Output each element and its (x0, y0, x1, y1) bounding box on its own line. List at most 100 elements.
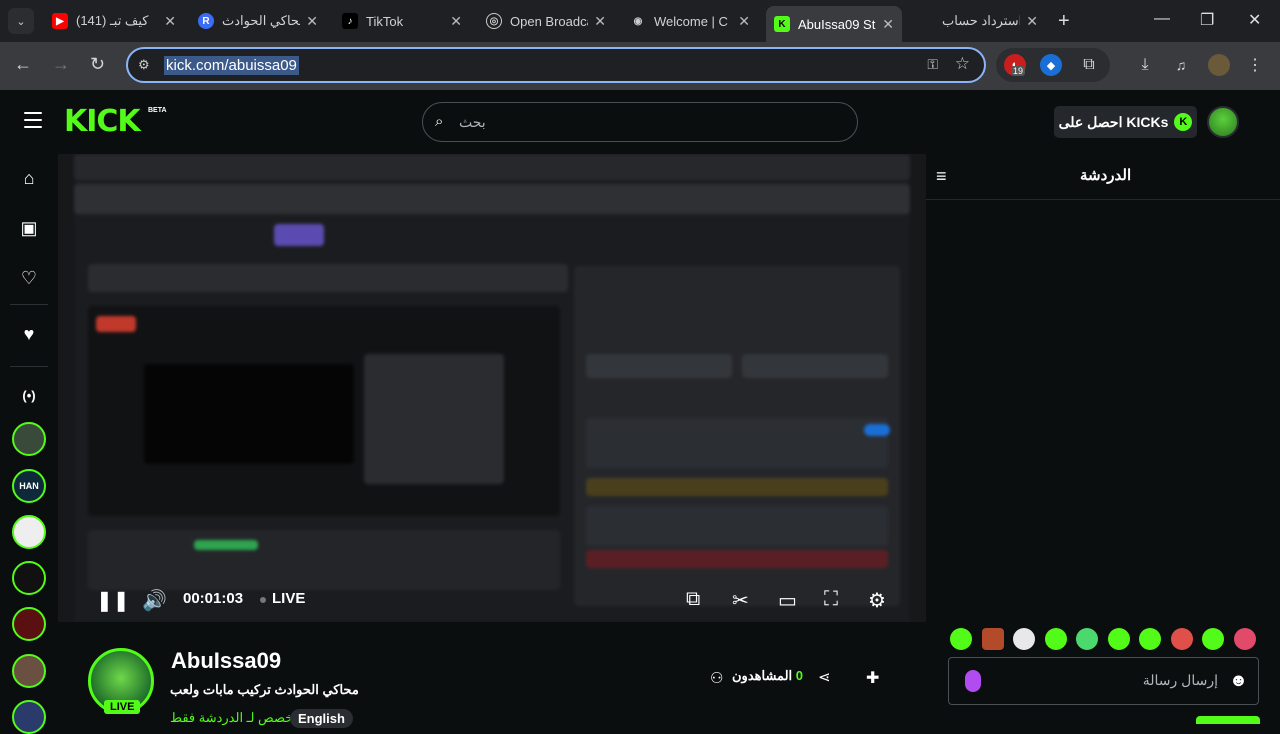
close-tab-icon[interactable]: ✕ (882, 16, 894, 33)
live-broadcast-icon[interactable]: (•) (18, 388, 40, 410)
globe-favicon-icon: ◉ (633, 15, 643, 27)
live-indicator[interactable]: LIVE (272, 590, 305, 607)
volume-icon[interactable]: 🔊 (142, 588, 167, 613)
stream-title: محاكي الحوادث تركيب مابات ولعب (170, 682, 359, 697)
browser-tab[interactable]: ▶ (141) كيف تبـ ✕ (44, 6, 184, 36)
divider (10, 366, 48, 367)
browser-tab[interactable]: استرداد حساب ✕ (910, 6, 1046, 36)
url-text[interactable]: kick.com/abuissa09 (164, 56, 299, 75)
close-tab-icon[interactable]: ✕ (738, 13, 750, 30)
media-control-icon[interactable]: ♫ (1170, 54, 1192, 76)
forward-icon[interactable]: → (52, 54, 70, 75)
settings-gear-icon[interactable]: ⚙ (868, 588, 886, 613)
browser-tab[interactable]: ♪ TikTok ✕ (334, 6, 470, 36)
tab-title: AbuIssa09 St (798, 16, 876, 32)
channel-avatar[interactable] (12, 654, 46, 688)
password-key-icon[interactable]: ⚿ (927, 56, 938, 73)
picture-in-picture-icon[interactable]: ⧉ (686, 588, 700, 611)
send-button[interactable] (1196, 716, 1260, 724)
emote[interactable] (950, 628, 972, 650)
restore-icon[interactable]: ❐ (1200, 10, 1214, 30)
collapse-chat-icon[interactable]: ≡ (936, 166, 947, 187)
channel-avatar[interactable] (12, 515, 46, 549)
emote[interactable] (1170, 628, 1193, 650)
hamburger-menu-icon[interactable] (24, 112, 42, 133)
emote[interactable] (1076, 628, 1098, 650)
get-kicks-label: احصل على KICKs (1058, 113, 1169, 130)
home-icon[interactable]: ⌂ (18, 168, 40, 190)
channel-avatar[interactable]: HAN (12, 469, 46, 503)
close-window-icon[interactable]: ✕ (1248, 10, 1261, 30)
close-tab-icon[interactable]: ✕ (164, 13, 176, 30)
emote[interactable] (1139, 628, 1161, 650)
user-avatar[interactable] (1207, 106, 1239, 138)
channel-info: LIVE AbuIssa09 محاكي الحوادث تركيب مابات… (58, 622, 926, 728)
chat-header: ≡ الدردشة (926, 154, 1280, 200)
minimize-icon[interactable]: — (1154, 10, 1170, 28)
viewers-icon: ⚇ (710, 670, 724, 687)
close-tab-icon[interactable]: ✕ (450, 13, 462, 30)
extension-blue-icon[interactable]: ◆ (1040, 54, 1062, 76)
left-sidebar: ⌂ ▣ ♡ ♥ (•) HAN (0, 154, 58, 734)
following-heart-outline-icon[interactable]: ♡ (18, 268, 40, 290)
browser-tab[interactable]: R محاكي الحوادث ✕ (190, 6, 326, 36)
new-tab-button[interactable]: + (1058, 10, 1070, 33)
follow-user-icon[interactable]: ✚ (866, 668, 879, 688)
browse-icon[interactable]: ▣ (18, 218, 40, 240)
address-bar[interactable]: ⚙ kick.com/abuissa09 ⚿ ☆ (126, 47, 986, 83)
player-controls: ❚❚ 🔊 00:01:03 LIVE ⧉ ✂ ▭ ⛶ ⚙ (58, 576, 926, 622)
menu-dots-icon[interactable]: ⋮ (1244, 54, 1266, 76)
emoji-picker-icon[interactable]: ☻ (1229, 670, 1248, 691)
kick-logo[interactable]: KICK (64, 104, 141, 139)
channel-avatar[interactable] (12, 561, 46, 595)
tab-title: استرداد حساب (942, 13, 1021, 28)
r-favicon-icon: R (198, 13, 214, 29)
theater-mode-icon[interactable]: ▭ (778, 588, 797, 613)
browser-tab-active[interactable]: K AbuIssa09 St ✕ (766, 6, 902, 42)
channel-avatar[interactable] (12, 607, 46, 641)
pause-icon[interactable]: ❚❚ (96, 588, 130, 613)
browser-tab-strip: ⌄ ▶ (141) كيف تبـ ✕ R محاكي الحوادث ✕ ♪ … (0, 0, 1280, 42)
tab-search-button[interactable]: ⌄ (8, 8, 34, 34)
emote[interactable] (1233, 628, 1256, 650)
site-info-icon[interactable]: ⚙ (138, 57, 150, 73)
tab-title: محاكي الحوادث (222, 13, 301, 28)
bookmark-star-icon[interactable]: ☆ (955, 54, 970, 74)
tab-title: Welcome | C (654, 13, 728, 29)
emote[interactable] (1107, 628, 1130, 650)
clip-icon[interactable]: ✂ (732, 588, 749, 613)
language-tag[interactable]: English (290, 709, 353, 728)
profile-avatar[interactable] (1208, 54, 1230, 76)
fullscreen-icon[interactable]: ⛶ (824, 588, 838, 611)
close-tab-icon[interactable]: ✕ (1026, 13, 1038, 30)
reload-icon[interactable]: ↻ (90, 54, 105, 75)
stream-category[interactable]: مخصص لـ الدردشة فقط (170, 710, 301, 726)
video-player[interactable]: ❚❚ 🔊 00:01:03 LIVE ⧉ ✂ ▭ ⛶ ⚙ (58, 154, 926, 622)
close-tab-icon[interactable]: ✕ (306, 13, 318, 30)
share-icon[interactable]: ⋖ (818, 668, 831, 686)
get-kicks-button[interactable]: احصل على KICKs K (1054, 106, 1197, 138)
chat-message-input[interactable]: إرسال رسالة ☻ (948, 657, 1259, 705)
extensions-puzzle-icon[interactable]: ⧉ (1078, 54, 1100, 76)
search-input[interactable]: ⌕ بحث (422, 102, 858, 142)
browser-tab[interactable]: ◉ Welcome | C ✕ (622, 6, 758, 36)
emote[interactable] (981, 628, 1004, 650)
following-heart-icon[interactable]: ♥ (18, 324, 40, 346)
close-tab-icon[interactable]: ✕ (594, 13, 606, 30)
emote[interactable] (1202, 628, 1224, 650)
browser-tab[interactable]: ◎ Open Broadca ✕ (478, 6, 614, 36)
channel-name[interactable]: AbuIssa09 (171, 648, 281, 674)
tiktok-favicon-icon: ♪ (342, 13, 358, 29)
beta-label: BETA (148, 107, 167, 114)
back-icon[interactable]: ← (14, 54, 32, 75)
microphone-icon[interactable] (965, 670, 981, 692)
tab-title: (141) كيف تبـ (76, 13, 149, 28)
emote[interactable] (1044, 628, 1067, 650)
live-badge: LIVE (104, 700, 141, 714)
channel-avatar[interactable] (12, 700, 46, 734)
download-icon[interactable]: ⤓ (1134, 54, 1156, 76)
kick-header: KICK BETA ⌕ بحث احصل على KICKs K (0, 90, 1280, 154)
channel-avatar[interactable] (12, 422, 46, 456)
emote[interactable] (1013, 628, 1035, 650)
stream-frame (74, 154, 910, 622)
